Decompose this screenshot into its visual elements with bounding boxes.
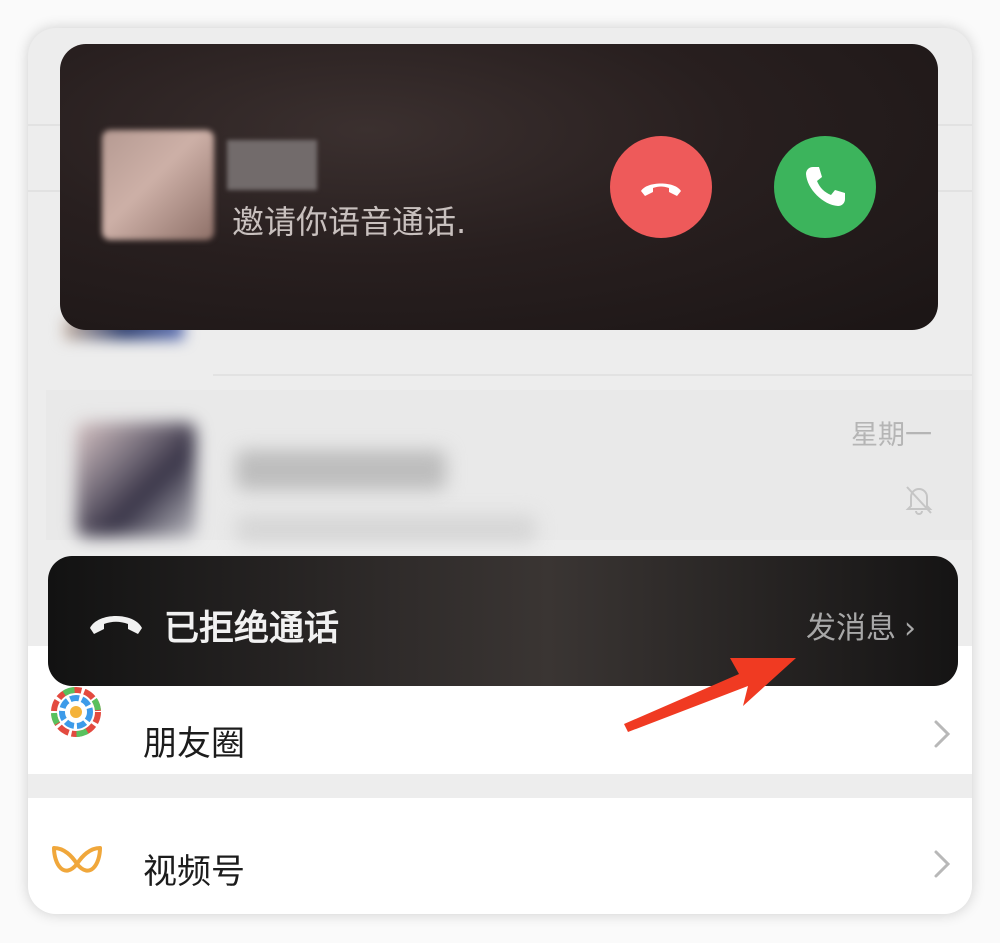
divider — [213, 374, 972, 376]
channels-label: 视频号 — [143, 852, 245, 892]
call-subtitle: 邀请你语音通话. — [232, 203, 467, 241]
mute-bell-icon — [905, 486, 933, 515]
phone-icon — [806, 167, 845, 206]
call-rejected-label: 已拒绝通话 — [164, 609, 340, 649]
contact-name-blurred — [236, 450, 446, 490]
incoming-call-banner[interactable]: 邀请你语音通话. — [60, 44, 938, 330]
caller-avatar — [102, 130, 214, 240]
send-message-label: 发消息 — [806, 611, 896, 646]
annotation-arrow-icon — [624, 658, 796, 732]
hang-up-icon — [641, 183, 681, 196]
answer-call-button[interactable] — [774, 136, 876, 238]
caller-name-blurred — [227, 140, 317, 190]
moments-label: 朋友圈 — [143, 724, 245, 764]
phone-screen: 星期一 邀请你语音通话. 朋友圈 视频号 已拒绝通话 发消息 › — [28, 28, 972, 914]
chevron-right-icon: › — [904, 611, 916, 646]
call-rejected-toast[interactable]: 已拒绝通话 发消息 › — [48, 556, 958, 686]
chat-list-item[interactable] — [46, 390, 972, 543]
send-message-link[interactable]: 发消息 › — [806, 603, 916, 647]
channels-menu-item[interactable]: 视频号 — [28, 798, 972, 914]
chevron-right-icon — [934, 720, 951, 748]
hang-up-icon — [90, 616, 142, 634]
channels-icon — [52, 846, 102, 873]
last-message-blurred — [236, 515, 536, 543]
chat-timestamp: 星期一 — [851, 420, 932, 451]
contact-avatar — [76, 422, 196, 537]
decline-call-button[interactable] — [610, 136, 712, 238]
moments-icon — [51, 687, 101, 737]
chevron-right-icon — [934, 850, 951, 878]
